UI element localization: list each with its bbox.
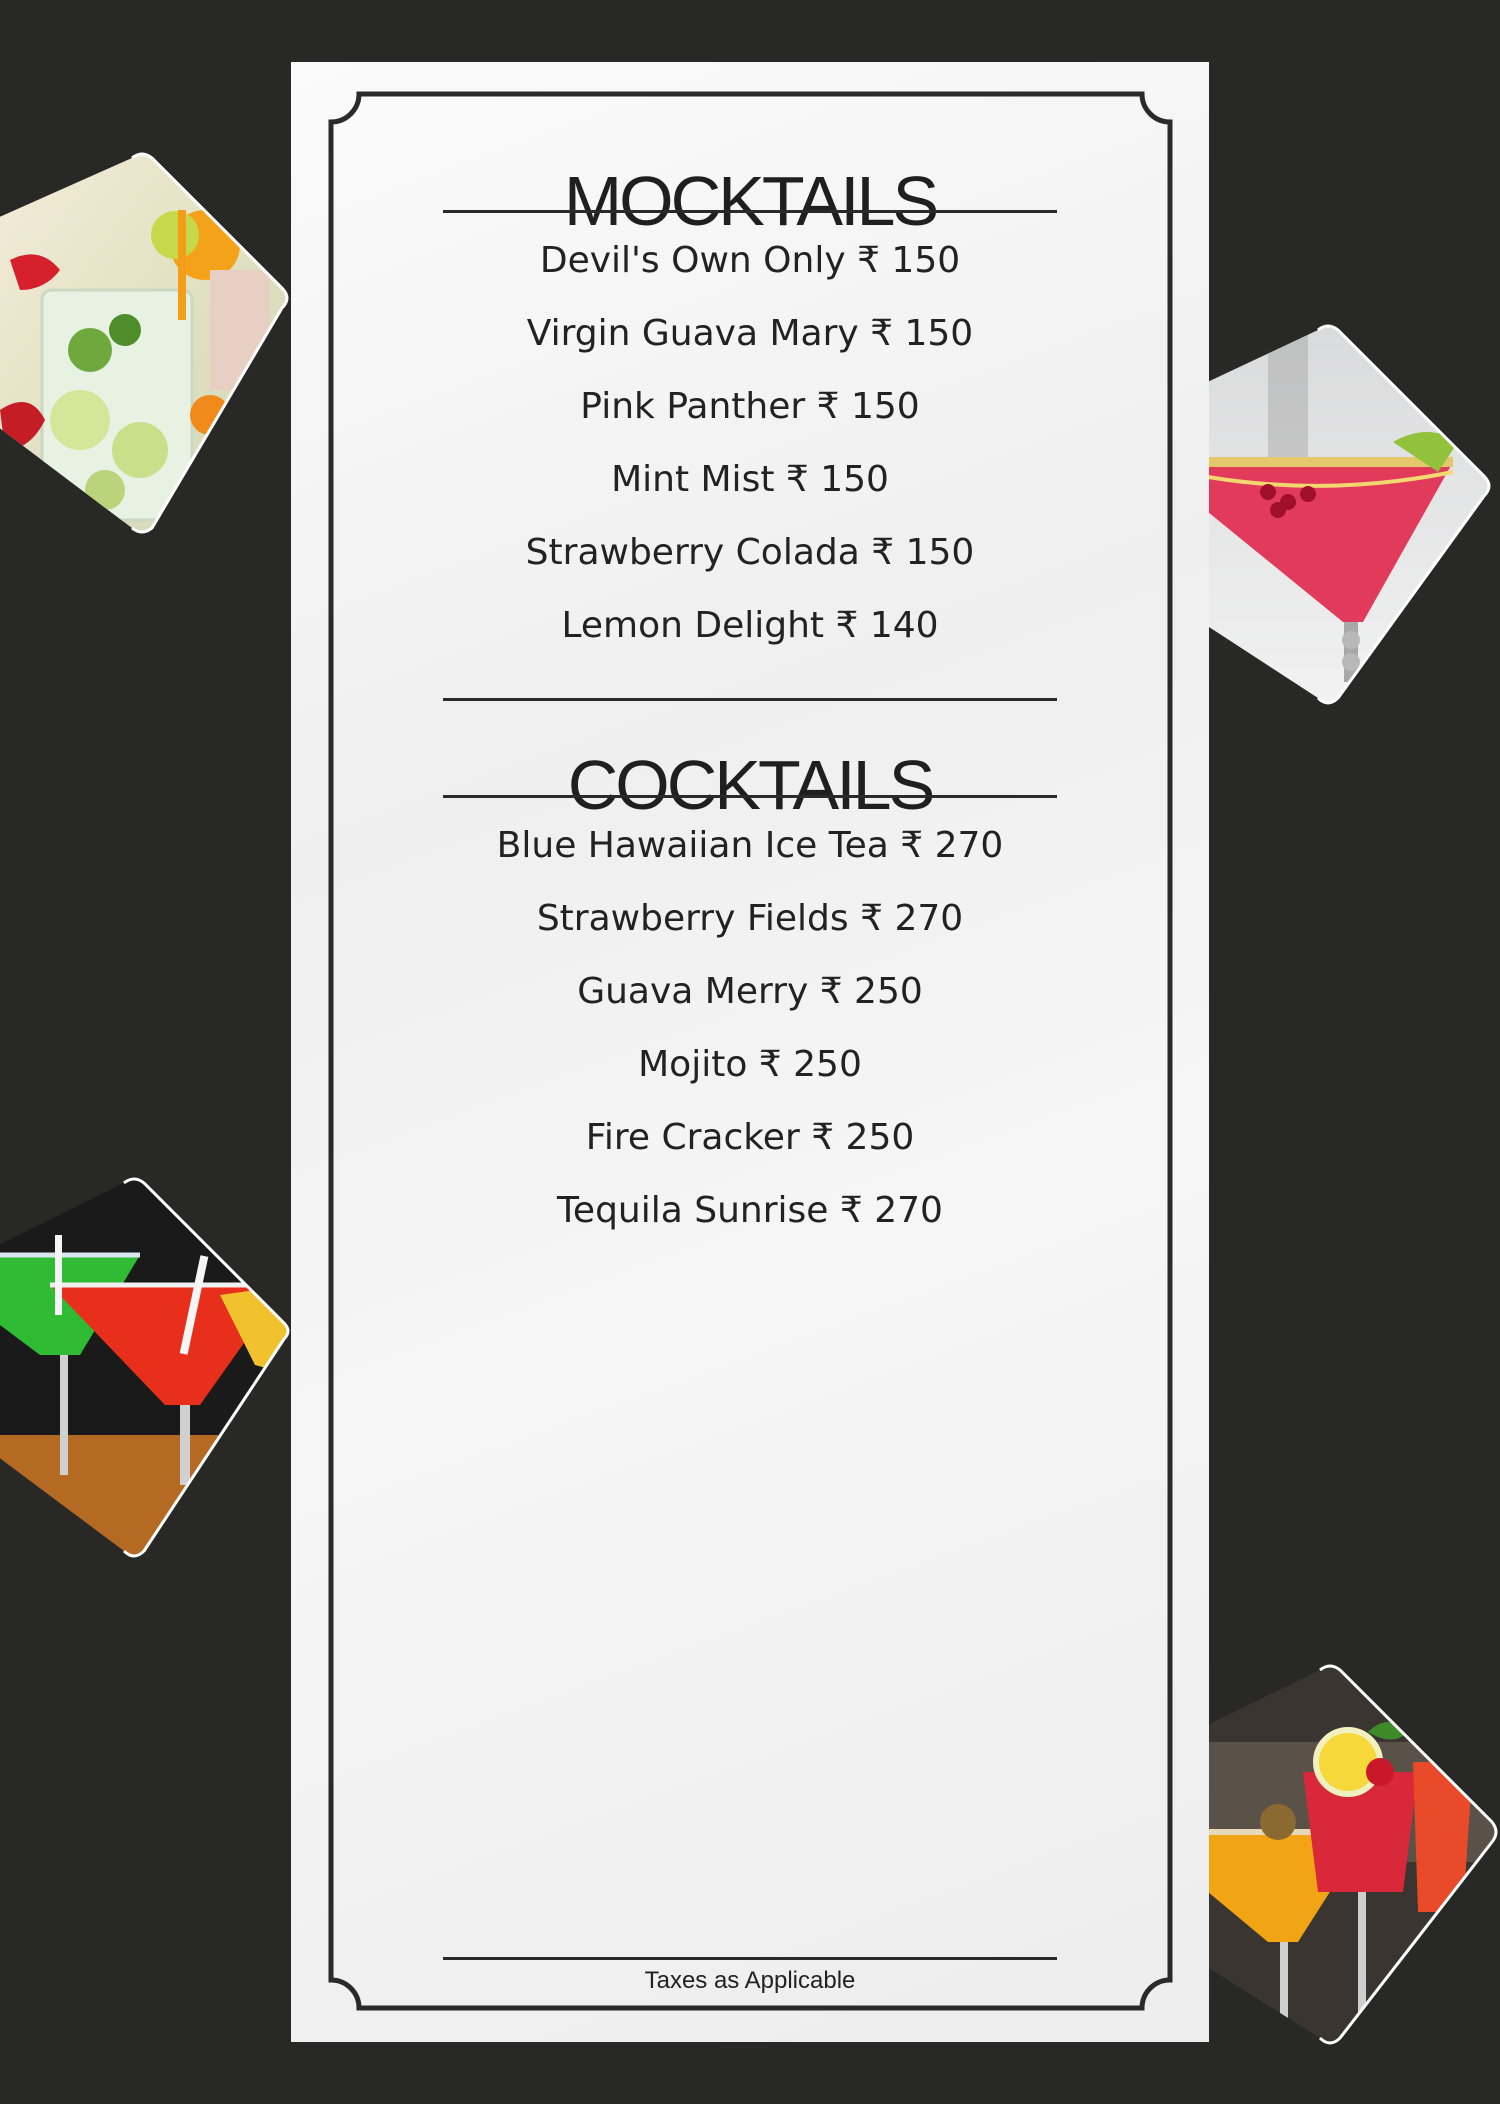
cocktail-item: Fire Cracker ₹ 250 xyxy=(585,1117,915,1158)
mocktail-item: Virgin Guava Mary ₹ 150 xyxy=(526,313,974,354)
mocktail-item: Mint Mist ₹ 150 xyxy=(611,459,889,500)
citrus-cocktails-photo xyxy=(1208,1664,1498,2045)
footer-rule xyxy=(443,1957,1057,1960)
mocktail-item: Lemon Delight ₹ 140 xyxy=(561,605,939,646)
mocktail-item: Pink Panther ₹ 150 xyxy=(580,386,920,427)
mocktail-item: Devil's Own Only ₹ 150 xyxy=(539,240,961,281)
cosmopolitan-photo xyxy=(1208,324,1491,705)
mojito-photo xyxy=(0,152,289,534)
cocktail-item: Strawberry Fields ₹ 270 xyxy=(536,898,964,939)
mocktails-list: Devil's Own Only ₹ 150 Virgin Guava Mary… xyxy=(291,224,1209,662)
colorful-cocktails-photo xyxy=(0,1177,290,1558)
mocktail-item: Strawberry Colada ₹ 150 xyxy=(525,532,975,573)
mocktails-heading-rule xyxy=(443,210,1057,213)
cocktails-heading-rule xyxy=(443,795,1057,798)
cocktails-top-rule xyxy=(443,698,1057,701)
taxes-note: Taxes as Applicable xyxy=(644,1967,856,1994)
cocktails-list: Blue Hawaiian Ice Tea ₹ 270 Strawberry F… xyxy=(291,809,1209,1247)
cocktail-item: Tequila Sunrise ₹ 270 xyxy=(557,1190,943,1231)
menu-panel: MOCKTAILS Devil's Own Only ₹ 150 Virgin … xyxy=(291,62,1209,2042)
cocktail-item: Guava Merry ₹ 250 xyxy=(577,971,923,1012)
cocktail-item: Mojito ₹ 250 xyxy=(638,1044,862,1085)
cocktail-item: Blue Hawaiian Ice Tea ₹ 270 xyxy=(496,825,1004,866)
